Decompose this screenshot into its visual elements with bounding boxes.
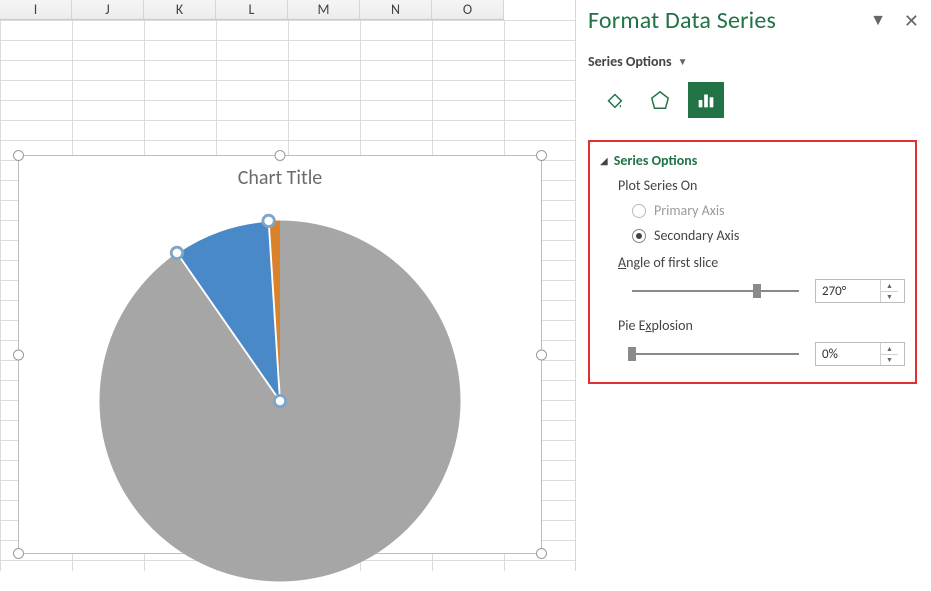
slider-thumb[interactable] <box>628 347 636 361</box>
spin-down-icon[interactable]: ▼ <box>881 355 898 366</box>
column-headers: I J K L M N O <box>0 0 575 22</box>
explosion-spin[interactable]: ▲ ▼ <box>815 342 905 366</box>
chart-object[interactable]: Chart Title <box>18 155 542 554</box>
spin-up-icon[interactable]: ▲ <box>881 343 898 355</box>
close-icon[interactable]: ✕ <box>904 10 919 32</box>
tab-fill[interactable] <box>596 82 632 118</box>
highlighted-options-region: ◢ Series Options Plot Series On Primary … <box>588 140 917 384</box>
resize-handle[interactable] <box>13 150 24 161</box>
col-header[interactable]: O <box>432 0 504 20</box>
col-header[interactable]: L <box>216 0 288 20</box>
plot-series-on-label: Plot Series On <box>618 177 905 194</box>
col-header[interactable]: K <box>144 0 216 20</box>
tab-series-options[interactable] <box>688 82 724 118</box>
col-header[interactable]: J <box>72 0 144 20</box>
radio-label: Primary Axis <box>654 202 725 219</box>
slider-thumb[interactable] <box>753 284 761 298</box>
angle-first-slice-label: Angle of first slice <box>618 254 905 271</box>
radio-icon <box>632 204 646 218</box>
section-title: Series Options <box>614 152 698 169</box>
pane-options-dropdown-icon[interactable]: ▼ <box>870 11 886 30</box>
radio-icon <box>632 229 646 243</box>
spin-down-icon[interactable]: ▼ <box>881 292 898 303</box>
radio-primary-axis: Primary Axis <box>618 202 905 219</box>
collapse-arrow-icon: ◢ <box>600 154 608 167</box>
resize-handle[interactable] <box>275 150 286 161</box>
chart-title[interactable]: Chart Title <box>19 166 541 190</box>
resize-handle[interactable] <box>536 349 547 360</box>
angle-slider[interactable] <box>632 290 799 292</box>
angle-input[interactable] <box>816 280 880 302</box>
pane-tab-strip <box>588 82 919 118</box>
angle-spin[interactable]: ▲ ▼ <box>815 279 905 303</box>
pie-chart[interactable] <box>90 211 470 591</box>
resize-handle[interactable] <box>13 548 24 559</box>
explosion-slider[interactable] <box>632 353 799 355</box>
format-data-series-pane: Format Data Series ▼ ✕ Series Options ▼ … <box>576 0 931 571</box>
resize-handle[interactable] <box>536 548 547 559</box>
pane-subtitle-label: Series Options <box>588 53 672 70</box>
pie-explosion-label: Pie Explosion <box>618 317 905 334</box>
explosion-input[interactable] <box>816 343 880 365</box>
col-header[interactable]: N <box>360 0 432 20</box>
pane-header: Format Data Series ▼ ✕ <box>588 6 919 35</box>
radio-label: Secondary Axis <box>654 227 739 244</box>
radio-secondary-axis[interactable]: Secondary Axis <box>618 227 905 244</box>
section-header-series-options[interactable]: ◢ Series Options <box>600 152 905 169</box>
spin-up-icon[interactable]: ▲ <box>881 280 898 292</box>
resize-handle[interactable] <box>13 349 24 360</box>
spreadsheet-area: I J K L M N O Chart Title <box>0 0 576 571</box>
chevron-down-icon: ▼ <box>678 55 688 68</box>
tab-effects[interactable] <box>642 82 678 118</box>
resize-handle[interactable] <box>536 150 547 161</box>
pane-subtitle[interactable]: Series Options ▼ <box>588 53 919 70</box>
col-header[interactable]: I <box>0 0 72 20</box>
col-header[interactable]: M <box>288 0 360 20</box>
pane-title: Format Data Series <box>588 6 776 35</box>
